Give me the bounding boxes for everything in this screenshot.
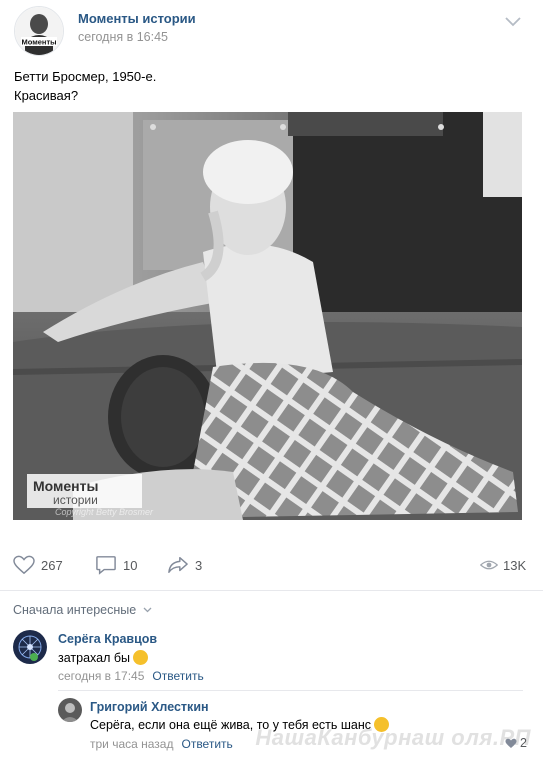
comment-author-link[interactable]: Григорий Хлесткин [90, 700, 209, 714]
post-time[interactable]: сегодня в 16:45 [78, 30, 168, 44]
share-button[interactable]: 3 [167, 555, 202, 575]
divider [58, 690, 523, 691]
post-text-line: Красивая? [14, 88, 79, 103]
post-text-line: Бетти Бросмер, 1950-е. [14, 69, 157, 84]
comment-meta: три часа назад Ответить [90, 737, 233, 751]
post-text: Бетти Бросмер, 1950-е. Красивая? [14, 67, 156, 105]
eye-icon [480, 560, 498, 570]
comment-meta: сегодня в 17:45 Ответить [58, 669, 204, 683]
group-avatar-image: Моменты [15, 7, 63, 55]
comment-icon [96, 556, 116, 575]
photo-logo-line2: истории [53, 493, 98, 507]
divider [0, 590, 543, 591]
views-counter: 13K [480, 555, 526, 575]
views-count: 13K [503, 557, 527, 573]
comment-like-button[interactable]: 2 [505, 736, 527, 750]
chevron-down-icon [143, 607, 152, 613]
comment-like-count: 2 [520, 736, 527, 750]
comment-time[interactable]: сегодня в 17:45 [58, 669, 144, 683]
photo-logo-line1: Моменты [33, 478, 98, 494]
heart-icon [505, 738, 517, 748]
comment-button[interactable]: 10 [95, 555, 137, 575]
group-name-link[interactable]: Моменты истории [78, 11, 196, 26]
comment-text: затрахал бы [58, 650, 149, 665]
sort-label: Сначала интересные [13, 603, 137, 617]
comment-author-link[interactable]: Серёга Кравцов [58, 632, 157, 646]
laughing-emoji-icon [133, 650, 149, 665]
reply-button[interactable]: Ответить [181, 737, 232, 751]
like-count: 267 [41, 557, 63, 573]
photo-copyright: Copyright Betty Brosmer [55, 507, 154, 517]
post-photo[interactable]: Моменты истории Copyright Betty Brosmer [13, 112, 522, 520]
avatar-logo-text: Моменты [21, 38, 56, 47]
group-avatar[interactable]: Моменты [14, 6, 64, 56]
avatar[interactable] [13, 630, 47, 664]
sort-dropdown[interactable]: Сначала интересные [13, 603, 152, 617]
comment-count: 10 [123, 557, 138, 573]
watermark: НашаКанбурнаш оля.РП [255, 725, 531, 750]
share-icon [168, 557, 188, 573]
reply-button[interactable]: Ответить [152, 669, 203, 683]
like-button[interactable]: 267 [13, 555, 63, 575]
heart-icon [13, 555, 35, 575]
comment-time[interactable]: три часа назад [90, 737, 173, 751]
comment-body: затрахал бы [58, 651, 131, 665]
chevron-down-icon[interactable] [505, 14, 521, 27]
avatar[interactable] [58, 698, 82, 722]
share-count: 3 [195, 557, 203, 573]
